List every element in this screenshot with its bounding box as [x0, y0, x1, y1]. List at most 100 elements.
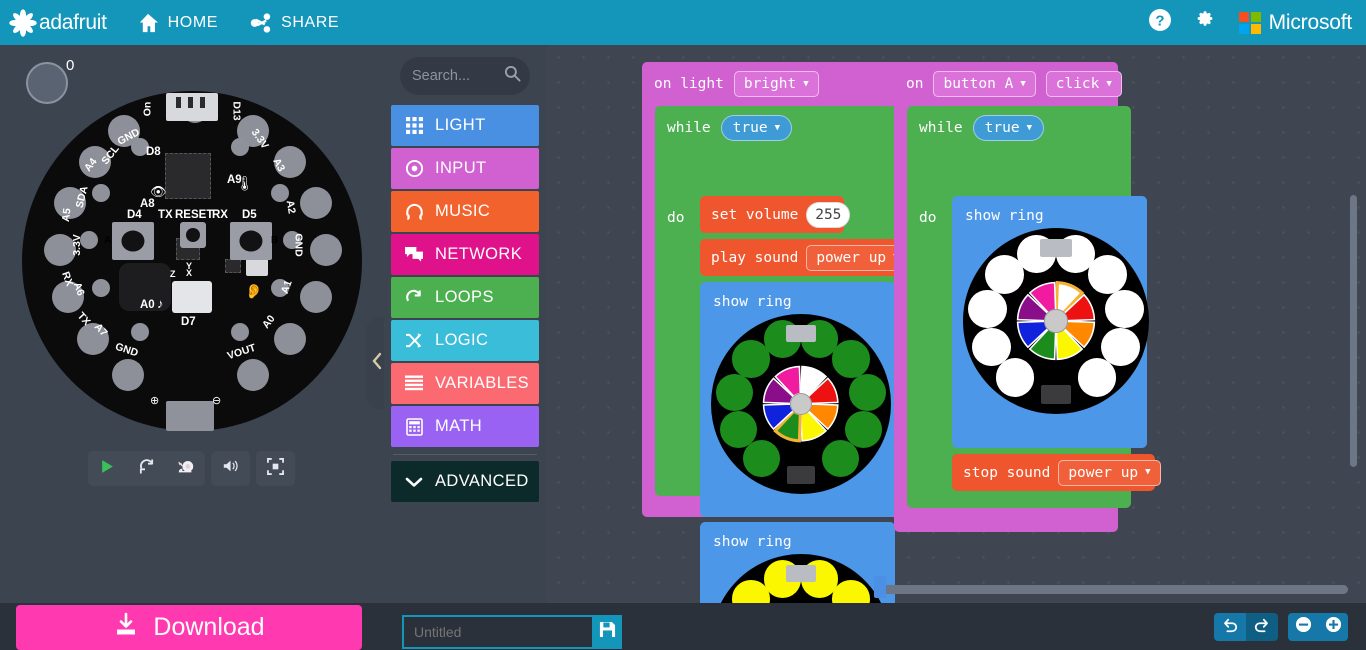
pad-a0[interactable]	[274, 323, 306, 355]
ring-led-2[interactable]	[967, 289, 1007, 329]
pin-label: D13	[230, 101, 243, 121]
eye-icon: 👁	[150, 184, 167, 199]
toolbox-category-logic-label: LOGIC	[435, 331, 489, 349]
toolbox-category-network-label: NETWORK	[435, 245, 523, 263]
toolbox-category-network[interactable]: NETWORK	[391, 234, 539, 275]
mute-button[interactable]	[211, 451, 250, 486]
workspace-vertical-scrollbar[interactable]	[1350, 195, 1357, 467]
toolbox-category-music[interactable]: MUSIC	[391, 191, 539, 232]
pad-vout[interactable]	[237, 359, 269, 391]
zoom-controls	[1288, 613, 1348, 641]
volume-value-input[interactable]: 255	[806, 201, 851, 228]
workspace-horizontal-scrollbar[interactable]	[878, 585, 1348, 594]
led-ring-picker[interactable]	[711, 554, 891, 603]
gear-icon	[1194, 8, 1218, 37]
block-while-loop[interactable]: while true ▼ do show ring stop sound pow…	[907, 106, 1161, 508]
stop-sound-label: stop sound	[963, 464, 1051, 481]
ring-led-1[interactable]	[719, 410, 758, 448]
block-show-ring-green[interactable]: show ring	[700, 282, 895, 517]
stop-sound-dropdown[interactable]: power up ▼	[1058, 459, 1161, 486]
download-button[interactable]: Download	[16, 605, 362, 650]
while-label: while	[667, 120, 711, 136]
microsoft-logo[interactable]: Microsoft	[1229, 11, 1366, 35]
pad-gnd-r[interactable]	[310, 234, 342, 266]
zoom-out-button[interactable]	[1288, 613, 1318, 641]
pad-gnd-bl[interactable]	[112, 359, 144, 391]
shuffle-icon	[403, 332, 425, 349]
calculator-icon	[403, 417, 425, 436]
toolbox-category-advanced-label: ADVANCED	[435, 472, 529, 490]
blocks-workspace[interactable]: on light bright ▼ while true ▼ do set vo…	[546, 45, 1366, 603]
on-label: on	[906, 76, 924, 92]
toolbox-category-input[interactable]: INPUT	[391, 148, 539, 189]
slide-switch[interactable]	[172, 281, 212, 313]
workspace-horizontal-scrollbar-track[interactable]	[878, 585, 1361, 594]
toolbox-category-light[interactable]: LIGHT	[391, 105, 539, 146]
pin-label: On	[141, 101, 154, 117]
while-condition-dropdown[interactable]: true ▼	[972, 115, 1044, 141]
toolbox-category-variables[interactable]: VARIABLES	[391, 363, 539, 404]
toolbox-category-math[interactable]: MATH	[391, 406, 539, 447]
circuit-playground-board[interactable]: On D13 3.3V A3 A2 GND A1 A0 VOUT GND A7 …	[22, 91, 362, 431]
toolbox-category-loops[interactable]: LOOPS	[391, 277, 539, 318]
menu-item-home[interactable]: HOME	[121, 0, 234, 45]
neopixel-5	[231, 323, 249, 341]
block-show-ring-white[interactable]: show ring	[952, 196, 1149, 448]
ring-led-6[interactable]	[1088, 254, 1128, 294]
ring-led-7[interactable]	[848, 373, 887, 411]
search-box[interactable]	[400, 57, 530, 95]
adafruit-brand[interactable]: adafruit	[0, 0, 121, 45]
save-project-button[interactable]	[592, 615, 622, 649]
fullscreen-button[interactable]	[256, 451, 295, 486]
minus-terminal-icon: ⊖	[212, 395, 222, 407]
search-input[interactable]	[412, 68, 504, 84]
ring-led-1[interactable]	[971, 327, 1011, 367]
ring-usb-connector	[785, 564, 817, 582]
led-ring-picker[interactable]	[963, 228, 1149, 414]
undo-button[interactable]	[1214, 613, 1246, 641]
chevron-down-icon: ▼	[1020, 78, 1026, 89]
led-ring-picker[interactable]	[711, 314, 891, 494]
toolbox-divider	[393, 454, 537, 455]
block-play-sound[interactable]: play sound power up ▼	[700, 239, 909, 276]
light-condition-dropdown[interactable]: bright ▼	[733, 71, 819, 97]
project-name-input[interactable]	[402, 615, 592, 649]
help-button[interactable]: ?	[1137, 0, 1183, 45]
ring-usb-connector	[785, 324, 817, 342]
run-button[interactable]	[88, 451, 127, 486]
block-on-light[interactable]: on light bright ▼ while true ▼ do set vo…	[642, 62, 910, 603]
button-dropdown[interactable]: button A ▼	[933, 71, 1036, 97]
button-a[interactable]	[112, 222, 154, 260]
block-on-button-a[interactable]: on button A ▼ click ▼ while true ▼ do sh…	[894, 62, 1161, 532]
button-action-dropdown[interactable]: click ▼	[1045, 71, 1122, 97]
ring-led-7[interactable]	[1105, 289, 1145, 329]
ring-led-3[interactable]	[732, 340, 770, 378]
ring-led-2[interactable]	[715, 373, 754, 411]
ring-led-0[interactable]	[742, 439, 781, 478]
block-while-loop[interactable]: while true ▼ do set volume 255 play soun…	[655, 106, 909, 603]
reset-button[interactable]	[180, 222, 206, 248]
menu-item-share[interactable]: SHARE	[234, 0, 355, 45]
workspace-scroll-marker[interactable]	[874, 576, 886, 598]
button-b[interactable]	[230, 222, 272, 260]
ring-led-0[interactable]	[995, 358, 1035, 397]
slow-motion-button[interactable]	[166, 451, 205, 486]
toolbox-category-advanced[interactable]: ADVANCED	[391, 461, 539, 502]
pad-a1[interactable]	[300, 281, 332, 313]
zoom-in-button[interactable]	[1318, 613, 1348, 641]
ring-led-9[interactable]	[1077, 358, 1117, 397]
headphones-icon	[403, 203, 425, 221]
restart-button[interactable]	[127, 451, 166, 486]
block-set-volume[interactable]: set volume 255	[700, 196, 851, 233]
block-stop-sound[interactable]: stop sound power up ▼	[952, 454, 1161, 491]
block-show-ring-yellow[interactable]: show ring	[700, 522, 895, 603]
wheel-hub[interactable]	[1044, 309, 1068, 333]
settings-button[interactable]	[1183, 0, 1229, 45]
pad-a2[interactable]	[300, 187, 332, 219]
toolbox-category-loops-label: LOOPS	[435, 288, 494, 306]
redo-button[interactable]	[1246, 613, 1278, 641]
undo-icon	[1222, 617, 1238, 638]
while-condition-dropdown[interactable]: true ▼	[720, 115, 792, 141]
toolbox-category-logic[interactable]: LOGIC	[391, 320, 539, 361]
ring-led-6[interactable]	[832, 340, 870, 378]
